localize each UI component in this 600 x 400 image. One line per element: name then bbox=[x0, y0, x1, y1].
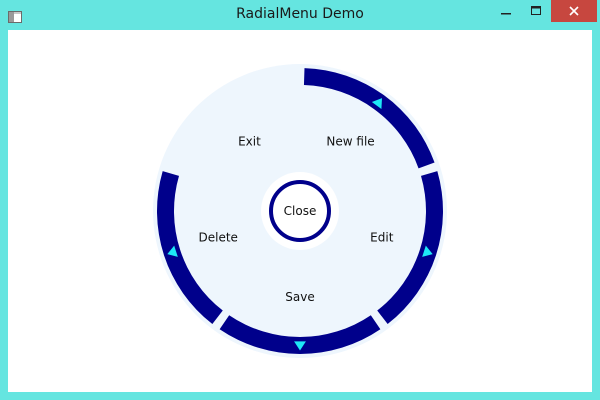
menu-item-label-save: Save bbox=[285, 290, 314, 304]
radial-menu: New file Edit Save Delete Exit Close bbox=[153, 64, 447, 358]
menu-item-label-exit: Exit bbox=[238, 134, 261, 148]
close-icon bbox=[569, 6, 579, 16]
minimize-icon bbox=[501, 13, 511, 15]
center-close-button[interactable]: Close bbox=[261, 172, 339, 250]
menu-item-label-delete: Delete bbox=[198, 231, 237, 245]
center-button-label: Close bbox=[284, 204, 317, 218]
client-area: New file Edit Save Delete Exit Close bbox=[8, 30, 592, 392]
maximize-button[interactable] bbox=[521, 0, 551, 22]
title-bar[interactable]: RadialMenu Demo bbox=[0, 0, 600, 30]
close-window-button[interactable] bbox=[551, 0, 597, 22]
minimize-button[interactable] bbox=[491, 0, 521, 22]
app-window: RadialMenu Demo New file Edit Save Delete Ex… bbox=[0, 0, 600, 400]
app-icon bbox=[8, 8, 22, 23]
menu-item-label-edit: Edit bbox=[370, 231, 394, 245]
menu-item-label-new-file: New file bbox=[326, 134, 374, 148]
maximize-icon bbox=[531, 6, 541, 15]
